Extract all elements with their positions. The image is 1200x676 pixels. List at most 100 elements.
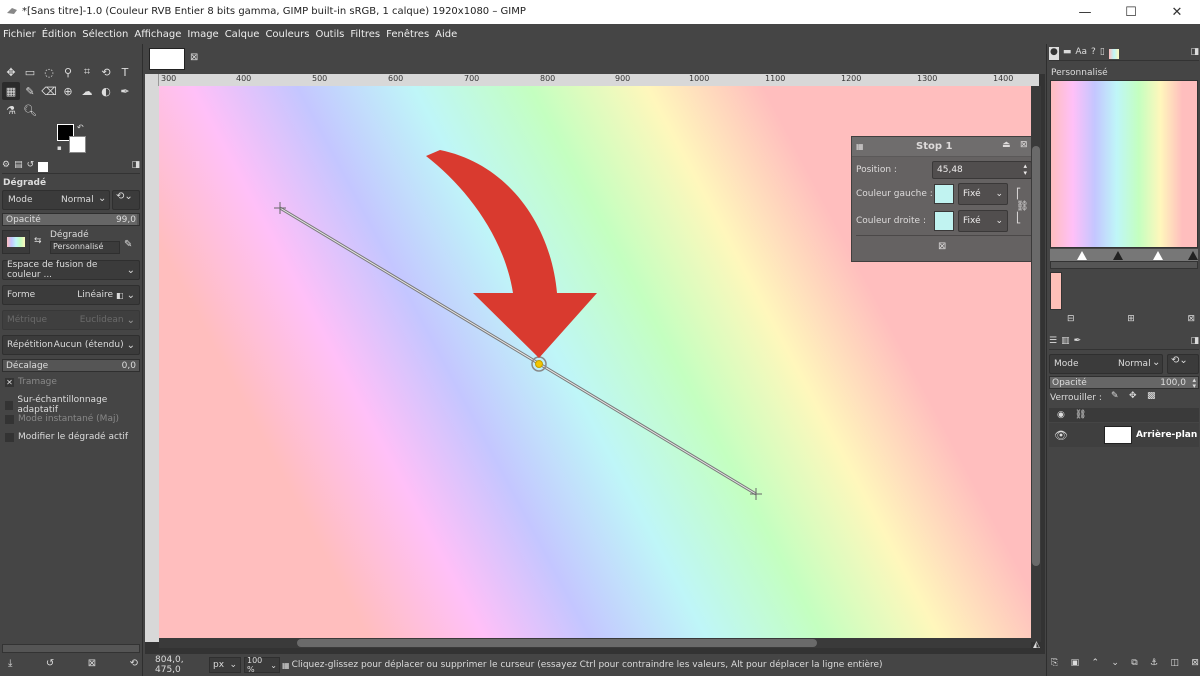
gradient-editor-preview[interactable] <box>1050 80 1198 248</box>
restore-preset-icon[interactable]: ↺ <box>46 658 54 669</box>
navigate-icon[interactable]: ◭ <box>1033 640 1040 650</box>
layer-opacity-slider[interactable]: Opacité 100,0 ▴ ▾ <box>1049 376 1199 390</box>
menu-affichage[interactable]: Affichage <box>131 29 184 40</box>
reset-options-icon[interactable]: ⟲ <box>130 658 138 669</box>
raise-layer-icon[interactable]: ⌃ <box>1091 658 1099 668</box>
zoom-select[interactable]: 100 % ⌄ <box>244 656 280 674</box>
shape-select[interactable]: Forme Linéaire ◧ ⌄ <box>2 285 140 305</box>
opacity-slider[interactable]: Opacité 99,0 <box>2 213 140 226</box>
gradient-stops-bar[interactable] <box>1050 249 1198 261</box>
menu-outils[interactable]: Outils <box>312 29 347 40</box>
stop-marker[interactable] <box>1188 251 1198 260</box>
rect-select-tool-icon[interactable]: ▭ <box>21 63 39 81</box>
close-tab-icon[interactable]: ⊠ <box>190 52 198 63</box>
menu-couleurs[interactable]: Couleurs <box>262 29 312 40</box>
lock-pixels-icon[interactable]: ✎ <box>1111 391 1119 401</box>
right-color-swatch[interactable] <box>934 211 954 231</box>
left-color-type-select[interactable]: Fixé ⌄ <box>958 183 1008 205</box>
configure-tab-icon[interactable]: ◨ <box>1190 336 1199 349</box>
new-layer-icon[interactable]: ⎘ <box>1051 658 1058 668</box>
minimize-button[interactable]: — <box>1062 0 1108 24</box>
collapse-icon[interactable]: ⏏ <box>1002 140 1011 150</box>
spin-arrows-icon[interactable]: ▴ ▾ <box>1192 377 1196 390</box>
gradient-tool-icon[interactable]: ▦ <box>2 82 20 100</box>
gradient-editor-scrollbar[interactable] <box>1050 261 1198 269</box>
document-tab-icon[interactable]: ▯ <box>1100 47 1105 60</box>
mask-layer-icon[interactable]: ◫ <box>1170 658 1179 668</box>
crop-tool-icon[interactable]: ⌗ <box>78 63 96 81</box>
smudge-tool-icon[interactable]: ☁ <box>78 82 96 100</box>
stop-marker[interactable] <box>1077 251 1087 260</box>
menu-fichier[interactable]: Fichier <box>0 29 39 40</box>
mode-select[interactable]: Mode Normal ⌄ <box>2 190 110 210</box>
reverse-gradient-icon[interactable]: ⇆ <box>34 236 42 246</box>
eye-icon[interactable]: 👁︎ <box>1054 429 1068 442</box>
zoom-out-icon[interactable]: ⊟ <box>1067 314 1075 324</box>
help-tab-icon[interactable]: ? <box>1091 47 1096 60</box>
horizontal-scrollbar[interactable] <box>159 638 1031 648</box>
repeat-select[interactable]: Répétition Aucun (étendu) ⌄ <box>2 335 140 355</box>
gradient-editor-icon[interactable]: ✎ <box>124 239 132 250</box>
zoom-fit-icon[interactable]: ⊠ <box>1187 314 1195 324</box>
image-tab-thumbnail[interactable] <box>149 48 185 70</box>
menu-fenetres[interactable]: Fenêtres <box>383 29 432 40</box>
menu-selection[interactable]: Sélection <box>79 29 131 40</box>
dither-checkbox[interactable]: ✕ Tramage <box>5 377 57 387</box>
fuzzy-select-tool-icon[interactable]: ⚲ <box>59 63 77 81</box>
anchor-layer-icon[interactable]: ⚓︎ <box>1150 658 1158 668</box>
configure-tab-icon[interactable]: ◨ <box>1190 47 1199 60</box>
vertical-scrollbar[interactable] <box>1031 86 1041 642</box>
menu-calque[interactable]: Calque <box>222 29 263 40</box>
gradient-name-field[interactable]: Personnalisé <box>50 241 120 254</box>
reset-colors-icon[interactable]: ▪ <box>57 144 62 152</box>
spin-arrows-icon[interactable]: ▴ ▾ <box>1023 163 1027 177</box>
zoom-tool-icon[interactable]: 🔍︎ <box>21 101 39 119</box>
channels-tab-icon[interactable]: ▥ <box>1061 336 1070 349</box>
clone-tool-icon[interactable]: ⊕ <box>59 82 77 100</box>
layer-mode-select[interactable]: Mode Normal ⌄ <box>1049 354 1163 374</box>
layer-composite-button[interactable]: ⟲⌄ <box>1167 354 1199 374</box>
close-icon[interactable]: ⊠ <box>1020 140 1028 150</box>
maximize-button[interactable]: ☐ <box>1108 0 1154 24</box>
left-color-swatch[interactable] <box>934 184 954 204</box>
text-tool-icon[interactable]: T <box>116 63 134 81</box>
configure-tab-icon[interactable]: ◨ <box>131 160 140 173</box>
menu-aide[interactable]: Aide <box>432 29 460 40</box>
lower-layer-icon[interactable]: ⌄ <box>1111 658 1119 668</box>
transform-tool-icon[interactable]: ⟲ <box>97 63 115 81</box>
instant-mode-checkbox[interactable]: Mode instantané (Maj) <box>5 414 119 424</box>
device-status-tab-icon[interactable]: ▤ <box>14 160 23 173</box>
background-color[interactable] <box>69 136 86 153</box>
paintbrush-tool-icon[interactable]: ✎ <box>21 82 39 100</box>
gradient-stop-handle[interactable] <box>531 356 547 372</box>
color-picker-tool-icon[interactable]: ⚗ <box>2 101 20 119</box>
undo-history-tab-icon[interactable]: ↺ <box>27 160 35 173</box>
brushes-tab-icon[interactable]: ● <box>1049 47 1059 60</box>
fonts-tab-icon[interactable]: Aa <box>1075 47 1087 60</box>
eraser-tool-icon[interactable]: ⌫ <box>40 82 58 100</box>
menu-edition[interactable]: Édition <box>39 29 80 40</box>
duplicate-layer-icon[interactable]: ⧉ <box>1131 658 1137 668</box>
stop-marker[interactable] <box>1153 251 1163 260</box>
stop-marker[interactable] <box>1113 251 1123 260</box>
lock-position-icon[interactable]: ✥ <box>1129 391 1137 401</box>
layers-tab-icon[interactable]: ☰ <box>1049 336 1057 349</box>
image-canvas[interactable]: ▦ Stop 1 ⏏ ⊠ Position : 45,48 ▴ ▾ Couleur… <box>159 86 1031 638</box>
move-tool-icon[interactable]: ✥ <box>2 63 20 81</box>
blend-color-space-select[interactable]: Espace de fusion de couleur ... ⌄ <box>2 260 140 280</box>
delete-preset-icon[interactable]: ⊠ <box>88 658 96 669</box>
delete-layer-icon[interactable]: ⊠ <box>1191 658 1199 668</box>
save-preset-icon[interactable]: ⤓ <box>8 658 12 669</box>
panel-scrollbar[interactable] <box>2 644 140 653</box>
close-button[interactable]: ✕ <box>1154 0 1200 24</box>
gradient-tab-icon[interactable] <box>1108 49 1119 59</box>
modify-active-checkbox[interactable]: Modifier le dégradé actif <box>5 432 128 442</box>
paths-tab-icon[interactable]: ✒ <box>1074 336 1082 349</box>
gradient-preview-button[interactable] <box>2 230 30 254</box>
swap-colors-icon[interactable]: ↶ <box>77 123 84 132</box>
lock-alpha-icon[interactable]: ▩ <box>1147 391 1156 401</box>
chain-link-icon[interactable]: ⎡ ⛓ ⎣ <box>1016 189 1029 225</box>
dodge-tool-icon[interactable]: ◐ <box>97 82 115 100</box>
right-color-type-select[interactable]: Fixé ⌄ <box>958 210 1008 232</box>
new-group-icon[interactable]: ▣ <box>1071 658 1080 668</box>
